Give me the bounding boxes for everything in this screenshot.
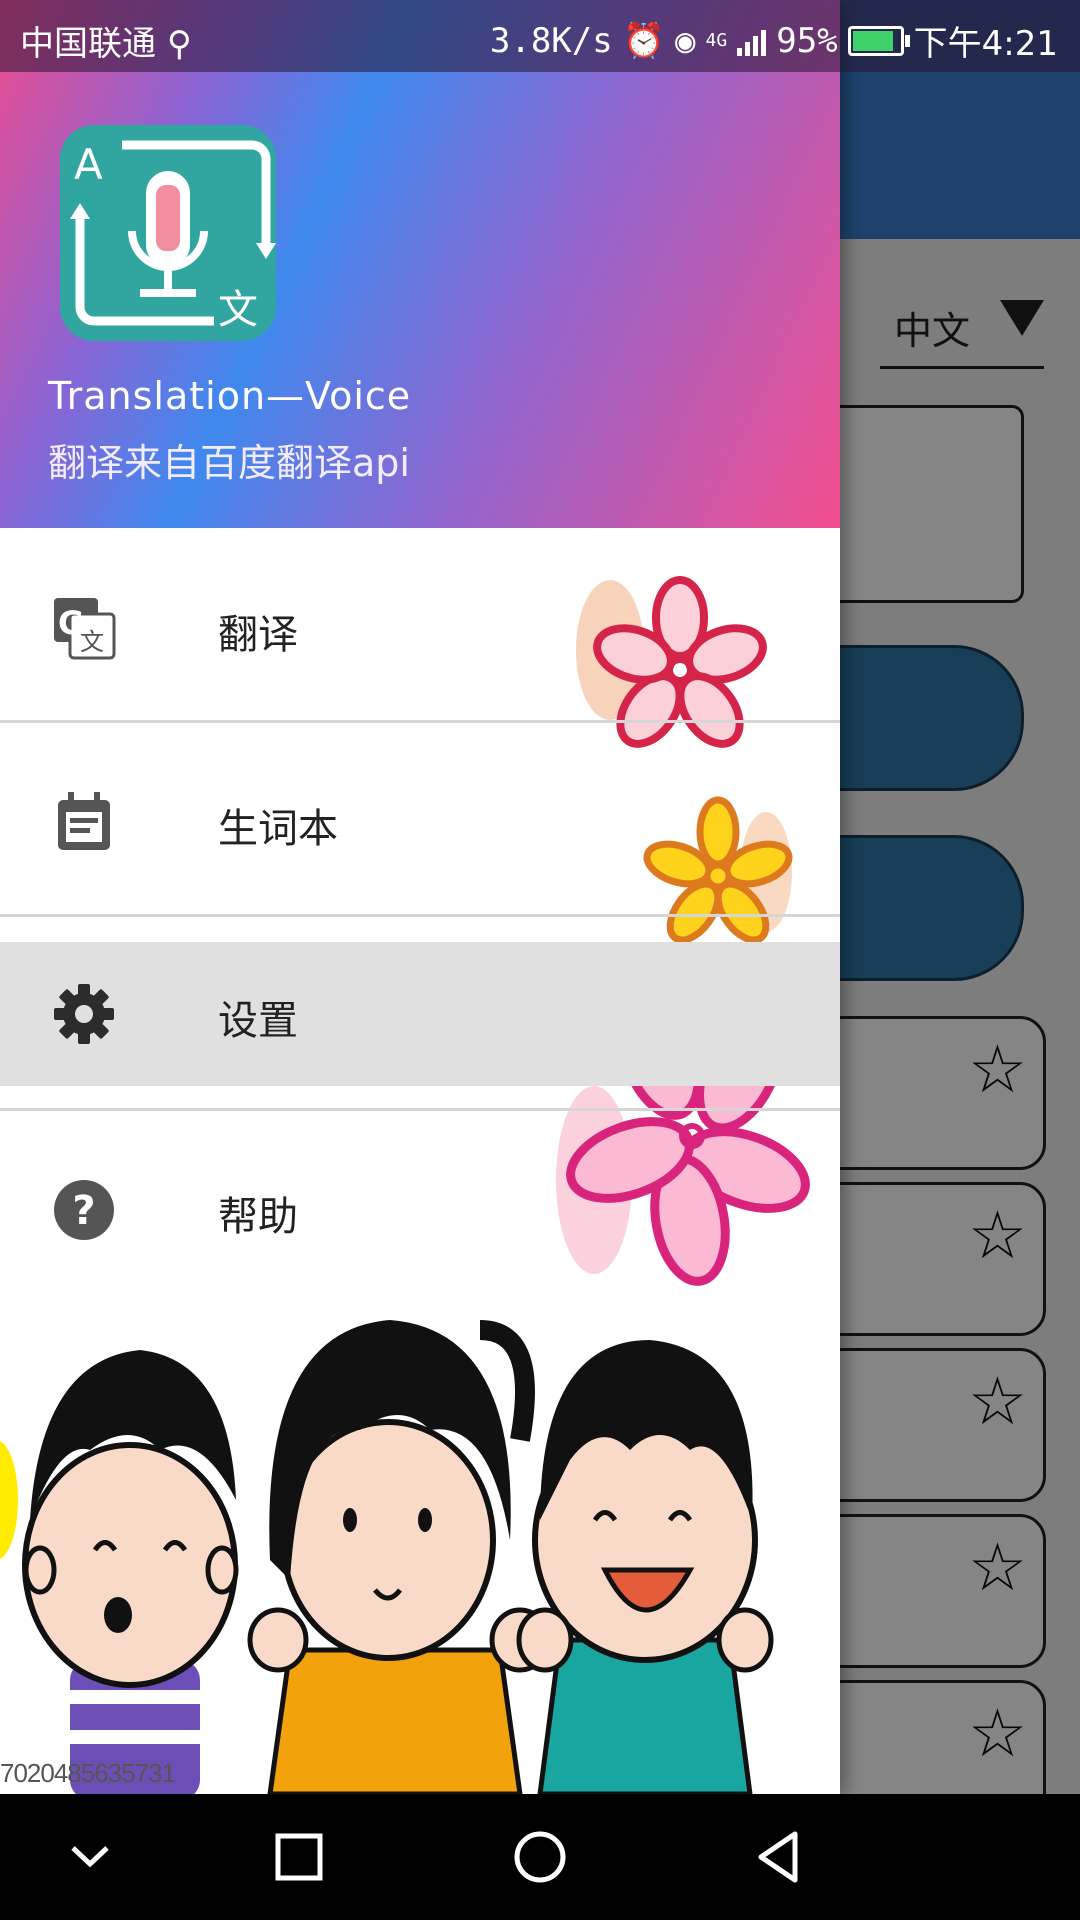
cartoon-boy-left (22, 1350, 239, 1794)
home-circle-icon[interactable] (507, 1824, 573, 1890)
svg-text:文: 文 (80, 628, 104, 656)
translate-icon: G 文 (54, 598, 116, 660)
navigation-drawer: A 文 Translation—Voice 翻译来自百度翻译api G 文 翻译… (0, 0, 840, 1794)
svg-text:A: A (74, 140, 103, 189)
divider (0, 720, 840, 723)
app-logo: A 文 (60, 125, 276, 341)
clock: 下午4:21 (913, 24, 1058, 64)
cartoon-girl (247, 1320, 551, 1794)
signal-icon (737, 26, 767, 56)
app-name: Translation—Voice (48, 374, 412, 418)
nav-item-label: 设置 (218, 998, 298, 1044)
carrier-label: 中国联通 (20, 24, 156, 64)
chevron-down-icon[interactable] (57, 1824, 123, 1890)
system-navigation-bar (0, 1794, 1080, 1920)
microphone-translate-icon: A 文 (70, 140, 276, 333)
nav-item-translate[interactable]: G 文 翻译 (0, 556, 840, 700)
notebook-icon (58, 792, 110, 850)
battery-percent: 95% (776, 20, 838, 61)
alarm-icon: ⏰ (622, 20, 666, 61)
nav-item-help[interactable]: ? 帮助 (0, 1138, 840, 1282)
svg-text:文: 文 (218, 287, 258, 333)
gear-icon (54, 984, 114, 1044)
drawer-header: A 文 Translation—Voice 翻译来自百度翻译api (0, 0, 840, 528)
app-subtitle: 翻译来自百度翻译api (48, 441, 410, 485)
image-watermark: 7020485635731 (0, 1758, 176, 1788)
battery-icon (847, 25, 910, 56)
cartoon-boy-right (516, 1340, 774, 1794)
divider (0, 914, 840, 917)
status-bar: 中国联通 ⚲ 3.8K/s ⏰ ◉ 4G 95% 下午4:21 (0, 0, 1080, 72)
svg-text:?: ? (72, 1188, 95, 1234)
nav-item-vocabulary[interactable]: 生词本 (0, 750, 840, 894)
nav-item-label: 翻译 (218, 612, 298, 658)
eye-icon: ◉ (675, 20, 696, 61)
network-type: 4G (705, 30, 728, 51)
network-speed: 3.8K/s (489, 20, 613, 61)
nav-item-label: 帮助 (218, 1194, 298, 1240)
nav-item-label: 生词本 (218, 806, 338, 852)
help-icon: ? (54, 1180, 114, 1240)
usb-icon: ⚲ (166, 24, 192, 64)
back-triangle-icon[interactable] (747, 1824, 813, 1890)
nav-item-settings[interactable]: 设置 (0, 942, 840, 1086)
divider (0, 1108, 840, 1111)
recents-square-icon[interactable] (266, 1824, 332, 1890)
